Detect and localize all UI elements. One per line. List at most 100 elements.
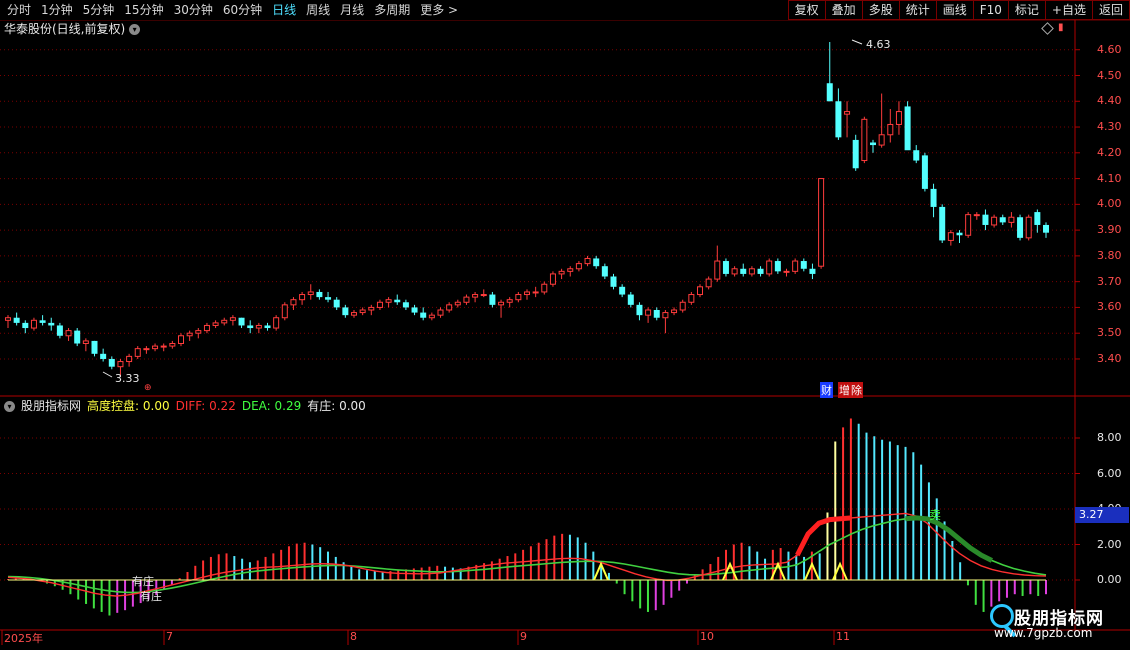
candle-body-up bbox=[645, 309, 652, 316]
candle-body-down bbox=[809, 268, 816, 274]
candle-body-up bbox=[480, 294, 487, 297]
price-label: 4.10 bbox=[1097, 171, 1122, 185]
candle-body-up bbox=[532, 291, 539, 294]
price-label: 4.60 bbox=[1097, 42, 1122, 56]
candle-body-up bbox=[861, 118, 868, 162]
candle-body-up bbox=[973, 214, 980, 217]
price-label: 4.00 bbox=[1097, 197, 1122, 211]
candle-body-up bbox=[5, 317, 11, 321]
candle-body-up bbox=[688, 294, 695, 303]
candle-body-up bbox=[662, 312, 669, 319]
date-label: 9 bbox=[520, 630, 527, 643]
candle-body-up bbox=[307, 291, 314, 296]
candle-body-down bbox=[402, 302, 409, 308]
candle-body-down bbox=[610, 276, 617, 287]
event-icon-finance[interactable]: 财 bbox=[820, 382, 833, 398]
candle-body-down bbox=[835, 101, 842, 138]
candle-body-up bbox=[558, 270, 565, 275]
small-marker-icon: ⊕ bbox=[144, 383, 152, 393]
candle-body-down bbox=[238, 317, 245, 326]
candle-body-down bbox=[108, 358, 115, 367]
candle-body-down bbox=[956, 232, 963, 236]
candle-body-down bbox=[56, 325, 63, 336]
date-label: 10 bbox=[700, 630, 714, 643]
candle-body-down bbox=[593, 258, 600, 267]
candle-body-up bbox=[541, 283, 548, 293]
candle-body-down bbox=[489, 294, 496, 305]
candle-body-down bbox=[13, 317, 20, 323]
event-icon-exdividend[interactable]: 除 bbox=[850, 382, 863, 398]
chart-canvas[interactable] bbox=[0, 0, 1130, 650]
candle-body-down bbox=[913, 150, 920, 161]
candle-body-down bbox=[264, 325, 271, 329]
candle-body-down bbox=[100, 353, 107, 359]
candle-body-up bbox=[524, 291, 530, 296]
candle-body-down bbox=[1017, 217, 1024, 238]
date-label: 2025年 bbox=[4, 632, 43, 645]
candle-body-up bbox=[818, 178, 825, 267]
candle-body-down bbox=[325, 297, 332, 300]
candle-body-down bbox=[420, 312, 427, 318]
candle-body-up bbox=[697, 286, 703, 296]
candle-body-up bbox=[203, 324, 210, 332]
candle-body-up bbox=[195, 330, 202, 334]
low-price-label: 3.33 bbox=[115, 372, 140, 385]
candle-body-up bbox=[748, 268, 755, 275]
macd-bars bbox=[7, 418, 1047, 616]
candle-body-up bbox=[178, 335, 184, 344]
candle-body-up bbox=[368, 306, 375, 311]
date-label: 8 bbox=[350, 630, 357, 643]
candle-body-down bbox=[627, 294, 634, 305]
candle-body-up bbox=[549, 273, 556, 285]
candle-body-down bbox=[333, 299, 340, 308]
high-price-label: 4.63 bbox=[866, 38, 891, 51]
candle-body-up bbox=[463, 296, 470, 303]
candle-body-up bbox=[65, 330, 72, 337]
candle-body-up bbox=[567, 268, 574, 272]
candle-body-up bbox=[895, 111, 902, 125]
candle-body-up bbox=[454, 301, 461, 306]
candle-body-up bbox=[152, 345, 159, 350]
candle-body-up bbox=[143, 348, 150, 351]
candle-body-up bbox=[82, 340, 89, 344]
candle-body-down bbox=[904, 106, 911, 151]
price-label: 4.40 bbox=[1097, 94, 1122, 108]
candle-body-up bbox=[783, 270, 790, 273]
candle-body-up bbox=[255, 324, 262, 329]
indicator-label: 6.00 bbox=[1097, 466, 1122, 480]
indicator-label: 2.00 bbox=[1097, 537, 1122, 551]
candle-body-down bbox=[48, 322, 55, 326]
date-label: 11 bbox=[836, 630, 850, 643]
candle-body-up bbox=[1025, 216, 1032, 239]
annotation-youzhuang-1: 有庄 bbox=[132, 575, 154, 588]
candle-body-up bbox=[506, 299, 513, 303]
candle-body-up bbox=[212, 322, 219, 326]
candle-body-up bbox=[221, 319, 228, 324]
current-value-badge: 3.27 bbox=[1075, 507, 1129, 523]
candle-body-up bbox=[844, 111, 851, 115]
candle-body-up bbox=[679, 301, 686, 311]
candle-body-up bbox=[792, 260, 799, 272]
candle-body-up bbox=[290, 299, 297, 306]
candle-body-down bbox=[1034, 212, 1041, 225]
candle-body-down bbox=[247, 325, 254, 329]
candle-body-down bbox=[22, 322, 29, 329]
candle-body-up bbox=[965, 214, 972, 236]
candle-body-down bbox=[411, 307, 418, 313]
candle-body-up bbox=[947, 232, 954, 241]
dea-highlight bbox=[905, 515, 994, 563]
candle-body-down bbox=[601, 266, 608, 277]
watermark-url: www.7gpzb.com bbox=[994, 626, 1093, 640]
candle-body-up bbox=[887, 123, 894, 136]
date-label: 7 bbox=[166, 630, 173, 643]
candle-body-down bbox=[826, 83, 833, 102]
candle-body-down bbox=[930, 188, 937, 207]
candle-body-up bbox=[991, 216, 998, 226]
price-label: 3.70 bbox=[1097, 274, 1122, 288]
candle-body-down bbox=[722, 261, 729, 274]
candles bbox=[5, 42, 1049, 377]
candle-body-down bbox=[939, 206, 946, 241]
price-label: 3.80 bbox=[1097, 248, 1122, 262]
grid-lines bbox=[0, 49, 1080, 581]
annotation-sell: 卖 bbox=[929, 508, 942, 522]
